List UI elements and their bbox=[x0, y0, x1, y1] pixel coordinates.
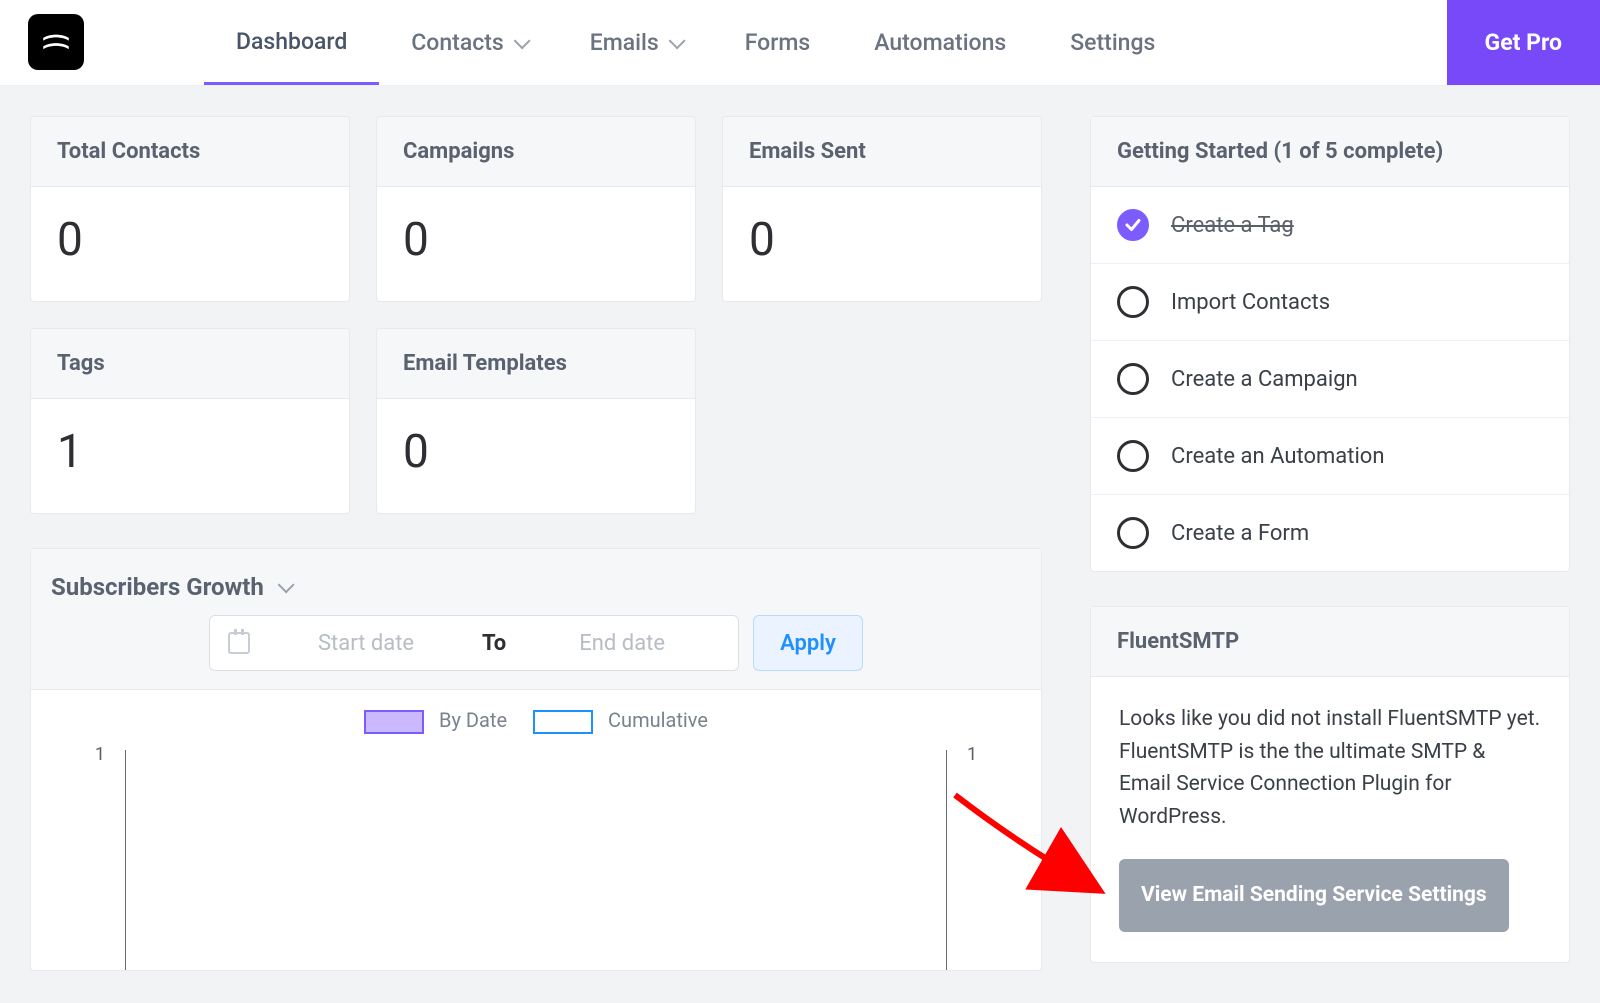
fluentsmtp-body: Looks like you did not install FluentSMT… bbox=[1091, 677, 1569, 962]
gs-item-label: Create a Tag bbox=[1171, 213, 1294, 238]
check-empty-icon bbox=[1117, 286, 1149, 318]
get-pro-label: Get Pro bbox=[1485, 29, 1562, 56]
swatch-bydate-icon bbox=[364, 710, 424, 734]
smtp-button-label: View Email Sending Service Settings bbox=[1141, 883, 1487, 907]
legend-bydate-label: By Date bbox=[439, 708, 507, 732]
stats-grid: Total Contacts 0 Campaigns 0 Emails Sent… bbox=[30, 116, 1042, 514]
chart-area: 1 1 bbox=[31, 740, 1041, 970]
date-range-input[interactable]: Start date To End date bbox=[209, 615, 739, 671]
legend-bydate[interactable]: By Date bbox=[364, 708, 507, 734]
stat-label: Total Contacts bbox=[31, 117, 349, 187]
chart-axis-right bbox=[946, 750, 947, 970]
left-column: Total Contacts 0 Campaigns 0 Emails Sent… bbox=[30, 116, 1042, 971]
nav-items: Dashboard Contacts Emails Forms Automati… bbox=[204, 0, 1187, 85]
growth-header: Subscribers Growth Start date To End dat… bbox=[31, 549, 1041, 690]
y-axis-left-tick: 1 bbox=[95, 744, 105, 765]
check-empty-icon bbox=[1117, 517, 1149, 549]
stat-value: 0 bbox=[377, 399, 695, 513]
stat-label: Email Templates bbox=[377, 329, 695, 399]
stat-value: 1 bbox=[31, 399, 349, 513]
app-logo bbox=[28, 14, 84, 70]
fluent-logo-icon bbox=[39, 25, 73, 59]
fluentsmtp-text: Looks like you did not install FluentSMT… bbox=[1119, 703, 1541, 833]
check-empty-icon bbox=[1117, 363, 1149, 395]
legend-cumulative[interactable]: Cumulative bbox=[533, 708, 708, 734]
nav-settings[interactable]: Settings bbox=[1038, 0, 1187, 85]
stat-value: 0 bbox=[31, 187, 349, 301]
top-nav: Dashboard Contacts Emails Forms Automati… bbox=[0, 0, 1600, 86]
check-empty-icon bbox=[1117, 440, 1149, 472]
nav-label: Settings bbox=[1070, 29, 1155, 56]
check-done-icon bbox=[1117, 209, 1149, 241]
nav-label: Emails bbox=[590, 29, 659, 56]
nav-label: Contacts bbox=[411, 29, 503, 56]
getting-started-title: Getting Started (1 of 5 complete) bbox=[1091, 117, 1569, 187]
stat-total-contacts[interactable]: Total Contacts 0 bbox=[30, 116, 350, 302]
get-pro-button[interactable]: Get Pro bbox=[1447, 0, 1600, 85]
chevron-down-icon bbox=[668, 32, 685, 49]
gs-item-label: Create a Campaign bbox=[1171, 367, 1358, 392]
nav-emails[interactable]: Emails bbox=[558, 0, 713, 85]
nav-dashboard[interactable]: Dashboard bbox=[204, 0, 379, 85]
growth-title: Subscribers Growth bbox=[51, 573, 264, 601]
subscribers-growth-panel: Subscribers Growth Start date To End dat… bbox=[30, 548, 1042, 971]
view-smtp-settings-button[interactable]: View Email Sending Service Settings bbox=[1119, 859, 1509, 932]
right-column: Getting Started (1 of 5 complete) Create… bbox=[1090, 116, 1570, 971]
chevron-down-icon[interactable] bbox=[277, 576, 294, 593]
chart-legend: By Date Cumulative bbox=[31, 690, 1041, 740]
gs-item-create-tag[interactable]: Create a Tag bbox=[1091, 187, 1569, 264]
stat-value: 0 bbox=[723, 187, 1041, 301]
gs-item-create-campaign[interactable]: Create a Campaign bbox=[1091, 341, 1569, 418]
gs-item-create-form[interactable]: Create a Form bbox=[1091, 495, 1569, 571]
nav-contacts[interactable]: Contacts bbox=[379, 0, 557, 85]
stat-value: 0 bbox=[377, 187, 695, 301]
nav-automations[interactable]: Automations bbox=[842, 0, 1038, 85]
end-date-placeholder: End date bbox=[524, 631, 720, 656]
chevron-down-icon bbox=[513, 32, 530, 49]
getting-started-list: Create a Tag Import Contacts Create a Ca… bbox=[1091, 187, 1569, 571]
stat-tags[interactable]: Tags 1 bbox=[30, 328, 350, 514]
nav-label: Forms bbox=[745, 29, 811, 56]
apply-button[interactable]: Apply bbox=[753, 615, 863, 671]
start-date-placeholder: Start date bbox=[268, 631, 464, 656]
nav-forms[interactable]: Forms bbox=[713, 0, 843, 85]
chart-axis-left bbox=[125, 750, 126, 970]
gs-item-label: Create an Automation bbox=[1171, 444, 1385, 469]
stat-label: Tags bbox=[31, 329, 349, 399]
y-axis-right-tick: 1 bbox=[967, 744, 977, 765]
stat-email-templates[interactable]: Email Templates 0 bbox=[376, 328, 696, 514]
gs-item-label: Import Contacts bbox=[1171, 290, 1330, 315]
gs-item-create-automation[interactable]: Create an Automation bbox=[1091, 418, 1569, 495]
legend-cumulative-label: Cumulative bbox=[608, 708, 708, 732]
gs-item-import-contacts[interactable]: Import Contacts bbox=[1091, 264, 1569, 341]
nav-label: Automations bbox=[874, 29, 1006, 56]
stat-label: Emails Sent bbox=[723, 117, 1041, 187]
getting-started-panel: Getting Started (1 of 5 complete) Create… bbox=[1090, 116, 1570, 572]
fluentsmtp-panel: FluentSMTP Looks like you did not instal… bbox=[1090, 606, 1570, 963]
fluentsmtp-title: FluentSMTP bbox=[1091, 607, 1569, 677]
stat-campaigns[interactable]: Campaigns 0 bbox=[376, 116, 696, 302]
calendar-icon bbox=[228, 632, 250, 654]
date-to-label: To bbox=[482, 631, 506, 656]
nav-label: Dashboard bbox=[236, 28, 347, 55]
main: Total Contacts 0 Campaigns 0 Emails Sent… bbox=[0, 86, 1600, 971]
apply-label: Apply bbox=[780, 631, 836, 656]
stat-emails-sent[interactable]: Emails Sent 0 bbox=[722, 116, 1042, 302]
swatch-cumulative-icon bbox=[533, 710, 593, 734]
gs-item-label: Create a Form bbox=[1171, 521, 1309, 546]
stat-label: Campaigns bbox=[377, 117, 695, 187]
